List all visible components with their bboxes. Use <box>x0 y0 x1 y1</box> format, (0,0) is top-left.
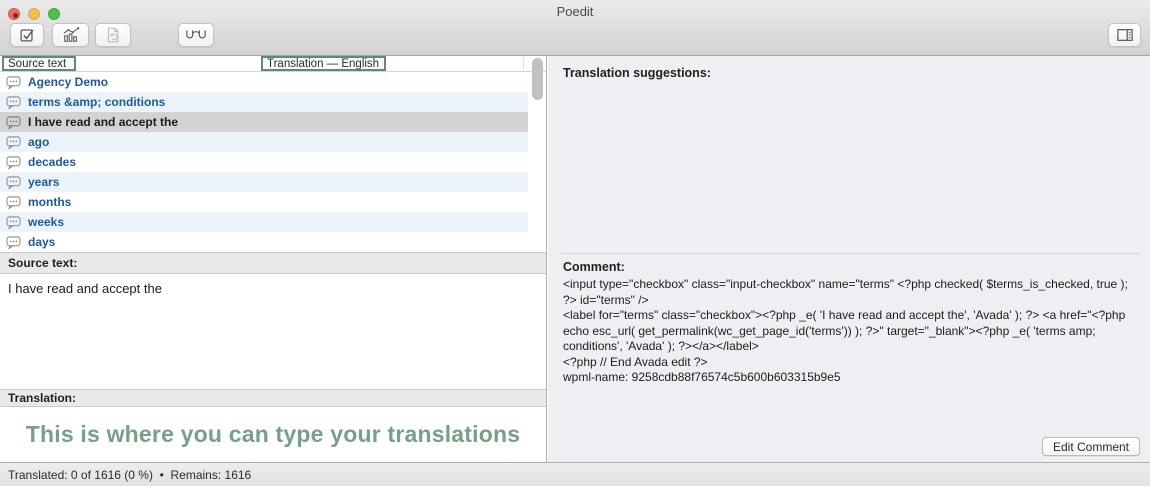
list-item-label: months <box>28 195 71 209</box>
preview-button[interactable] <box>178 23 214 47</box>
entries-panel: Source text Translation — English Agency… <box>0 56 547 462</box>
list-item-selected[interactable]: I have read and accept the <box>0 112 528 132</box>
update-from-code-icon <box>104 26 122 44</box>
list-item[interactable]: ago <box>0 132 528 152</box>
list-item[interactable]: Agency Demo <box>0 72 528 92</box>
sidebar-toggle-button[interactable] <box>1108 23 1141 47</box>
list-item[interactable]: years <box>0 172 528 192</box>
statistics-icon <box>61 26 81 44</box>
statistics-button[interactable] <box>52 23 89 47</box>
poedit-window: { "window": { "title": "Poedit" }, "tool… <box>0 0 1150 486</box>
list-item[interactable]: weeks <box>0 212 528 232</box>
column-header-source-label: Source text <box>8 58 66 70</box>
list-item-label: days <box>28 235 55 249</box>
column-header-source[interactable]: Source text <box>2 56 76 71</box>
comment-bubble-icon <box>6 176 21 189</box>
edit-comment-button[interactable]: Edit Comment <box>1042 437 1140 456</box>
status-bar: Translated: 0 of 1616 (0 %) • Remains: 1… <box>0 462 1150 486</box>
list-item[interactable]: terms &amp; conditions <box>0 92 528 112</box>
source-text-band: Source text: <box>0 252 546 274</box>
list-item-label: weeks <box>28 215 64 229</box>
comment-bubble-icon <box>6 156 21 169</box>
validate-icon <box>18 26 36 44</box>
comment-bubble-icon <box>6 136 21 149</box>
sidebar-divider <box>561 253 1140 254</box>
translation-input[interactable]: This is where you can type your translat… <box>0 407 546 462</box>
comment-bubble-icon <box>6 196 21 209</box>
list-item-label: years <box>28 175 59 189</box>
list-item-label: terms &amp; conditions <box>28 95 165 109</box>
sidebar-panel: Translation suggestions: Comment: <input… <box>548 56 1150 462</box>
comment-bubble-icon <box>6 116 21 129</box>
list-item-label: Agency Demo <box>28 75 108 89</box>
list-item-label: ago <box>28 135 49 149</box>
entries-list: Agency Demo terms &amp; conditions I hav… <box>0 72 546 253</box>
source-text-value: I have read and accept the <box>8 281 162 296</box>
list-item-label: I have read and accept the <box>28 115 178 129</box>
window-chrome: Poedit <box>0 0 1150 56</box>
comment-bubble-icon <box>6 216 21 229</box>
list-scrollbar-thumb[interactable] <box>532 58 543 100</box>
column-header-translation[interactable]: Translation — English <box>261 56 386 71</box>
preview-glasses-icon <box>185 27 207 43</box>
toolbar <box>0 22 1150 55</box>
source-text-display[interactable]: I have read and accept the <box>0 274 546 389</box>
window-title: Poedit <box>0 4 1150 19</box>
comment-bubble-icon <box>6 236 21 249</box>
comment-text: <input type="checkbox" class="input-chec… <box>563 277 1132 386</box>
source-text-label: Source text: <box>8 256 77 270</box>
sidebar-toggle-icon <box>1116 27 1134 43</box>
list-item[interactable]: decades <box>0 152 528 172</box>
translation-label: Translation: <box>8 391 76 405</box>
comment-bubble-icon <box>6 96 21 109</box>
translation-suggestions-label: Translation suggestions: <box>563 66 711 80</box>
comment-label: Comment: <box>563 260 625 274</box>
header-separator <box>523 57 524 70</box>
list-item-label: decades <box>28 155 76 169</box>
column-header-translation-label: Translation — English <box>267 58 379 70</box>
translation-placeholder: This is where you can type your translat… <box>26 421 520 448</box>
status-text: Translated: 0 of 1616 (0 %) • Remains: 1… <box>8 468 251 482</box>
titlebar[interactable]: Poedit <box>0 0 1150 22</box>
validate-button[interactable] <box>10 23 44 47</box>
comment-bubble-icon <box>6 76 21 89</box>
list-item[interactable]: days <box>0 232 528 252</box>
list-item[interactable]: months <box>0 192 528 212</box>
list-header: Source text Translation — English <box>0 56 546 72</box>
translation-band: Translation: <box>0 389 546 407</box>
main-area: Source text Translation — English Agency… <box>0 56 1150 462</box>
update-from-code-button[interactable] <box>95 23 131 47</box>
